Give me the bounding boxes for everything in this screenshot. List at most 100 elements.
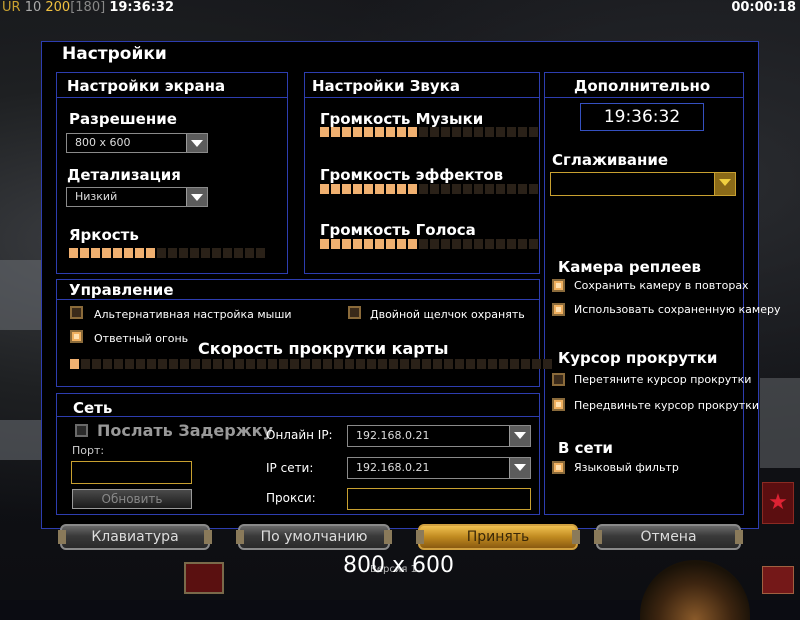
slider-segment[interactable]: [474, 127, 483, 137]
slider-segment[interactable]: [474, 239, 483, 249]
alt-mouse-checkbox[interactable]: [70, 306, 83, 319]
slider-segment[interactable]: [246, 359, 255, 369]
slider-segment[interactable]: [518, 239, 527, 249]
slider-segment[interactable]: [158, 359, 167, 369]
slider-segment[interactable]: [212, 248, 221, 258]
slider-segment[interactable]: [378, 359, 387, 369]
keyboard-button[interactable]: Клавиатура: [58, 524, 212, 550]
refresh-button[interactable]: Обновить: [72, 489, 192, 509]
voice-volume-slider[interactable]: [320, 239, 538, 249]
chevron-down-icon[interactable]: [186, 188, 207, 206]
slider-segment[interactable]: [499, 359, 508, 369]
slider-segment[interactable]: [80, 248, 89, 258]
use-saved-camera-checkbox[interactable]: [552, 303, 565, 316]
slider-segment[interactable]: [532, 359, 541, 369]
slider-segment[interactable]: [224, 359, 233, 369]
slider-segment[interactable]: [485, 184, 494, 194]
drag-cursor-checkbox[interactable]: [552, 373, 565, 386]
slider-segment[interactable]: [331, 184, 340, 194]
slider-segment[interactable]: [169, 359, 178, 369]
double-click-checkbox[interactable]: [348, 306, 361, 319]
slider-segment[interactable]: [201, 248, 210, 258]
slider-segment[interactable]: [180, 359, 189, 369]
slider-segment[interactable]: [179, 248, 188, 258]
slider-segment[interactable]: [430, 239, 439, 249]
slider-segment[interactable]: [257, 359, 266, 369]
slider-segment[interactable]: [408, 184, 417, 194]
slider-segment[interactable]: [397, 239, 406, 249]
slider-segment[interactable]: [474, 184, 483, 194]
slider-segment[interactable]: [444, 359, 453, 369]
slider-segment[interactable]: [234, 248, 243, 258]
slider-segment[interactable]: [331, 239, 340, 249]
scroll-speed-slider[interactable]: [70, 359, 552, 369]
slider-segment[interactable]: [543, 359, 552, 369]
slider-segment[interactable]: [463, 239, 472, 249]
slider-segment[interactable]: [375, 239, 384, 249]
slider-segment[interactable]: [408, 127, 417, 137]
return-fire-checkbox[interactable]: [70, 330, 83, 343]
slider-segment[interactable]: [81, 359, 90, 369]
slider-segment[interactable]: [507, 239, 516, 249]
slider-segment[interactable]: [301, 359, 310, 369]
slider-segment[interactable]: [213, 359, 222, 369]
slider-segment[interactable]: [466, 359, 475, 369]
slider-segment[interactable]: [202, 359, 211, 369]
resolution-select[interactable]: 800 x 600: [66, 133, 208, 153]
proxy-input[interactable]: [347, 488, 531, 510]
detail-select[interactable]: Низкий: [66, 187, 208, 207]
effects-volume-slider[interactable]: [320, 184, 538, 194]
slider-segment[interactable]: [114, 359, 123, 369]
slider-segment[interactable]: [331, 127, 340, 137]
slider-segment[interactable]: [496, 239, 505, 249]
slider-segment[interactable]: [135, 248, 144, 258]
slider-segment[interactable]: [422, 359, 431, 369]
slider-segment[interactable]: [507, 127, 516, 137]
slider-segment[interactable]: [342, 239, 351, 249]
slider-segment[interactable]: [496, 127, 505, 137]
slider-segment[interactable]: [510, 359, 519, 369]
slider-segment[interactable]: [485, 239, 494, 249]
slider-segment[interactable]: [136, 359, 145, 369]
slider-segment[interactable]: [323, 359, 332, 369]
slider-segment[interactable]: [375, 127, 384, 137]
slider-segment[interactable]: [488, 359, 497, 369]
slider-segment[interactable]: [463, 184, 472, 194]
slider-segment[interactable]: [235, 359, 244, 369]
slider-segment[interactable]: [386, 184, 395, 194]
move-cursor-checkbox[interactable]: [552, 398, 565, 411]
port-input[interactable]: [71, 461, 192, 484]
slider-segment[interactable]: [168, 248, 177, 258]
slider-segment[interactable]: [411, 359, 420, 369]
slider-segment[interactable]: [419, 184, 428, 194]
slider-segment[interactable]: [157, 248, 166, 258]
slider-segment[interactable]: [356, 359, 365, 369]
slider-segment[interactable]: [345, 359, 354, 369]
slider-segment[interactable]: [375, 184, 384, 194]
slider-segment[interactable]: [279, 359, 288, 369]
slider-segment[interactable]: [367, 359, 376, 369]
slider-segment[interactable]: [290, 359, 299, 369]
slider-segment[interactable]: [408, 239, 417, 249]
slider-segment[interactable]: [223, 248, 232, 258]
slider-segment[interactable]: [102, 248, 111, 258]
slider-segment[interactable]: [320, 239, 329, 249]
chevron-down-icon[interactable]: [186, 134, 207, 152]
slider-segment[interactable]: [103, 359, 112, 369]
slider-segment[interactable]: [452, 184, 461, 194]
slider-segment[interactable]: [353, 239, 362, 249]
slider-segment[interactable]: [342, 184, 351, 194]
chevron-down-icon[interactable]: [509, 458, 530, 478]
slider-segment[interactable]: [125, 359, 134, 369]
slider-segment[interactable]: [312, 359, 321, 369]
slider-segment[interactable]: [113, 248, 122, 258]
slider-segment[interactable]: [389, 359, 398, 369]
slider-segment[interactable]: [245, 248, 254, 258]
slider-segment[interactable]: [400, 359, 409, 369]
slider-segment[interactable]: [452, 127, 461, 137]
slider-segment[interactable]: [92, 359, 101, 369]
music-volume-slider[interactable]: [320, 127, 538, 137]
slider-segment[interactable]: [507, 184, 516, 194]
slider-segment[interactable]: [441, 127, 450, 137]
slider-segment[interactable]: [146, 248, 155, 258]
